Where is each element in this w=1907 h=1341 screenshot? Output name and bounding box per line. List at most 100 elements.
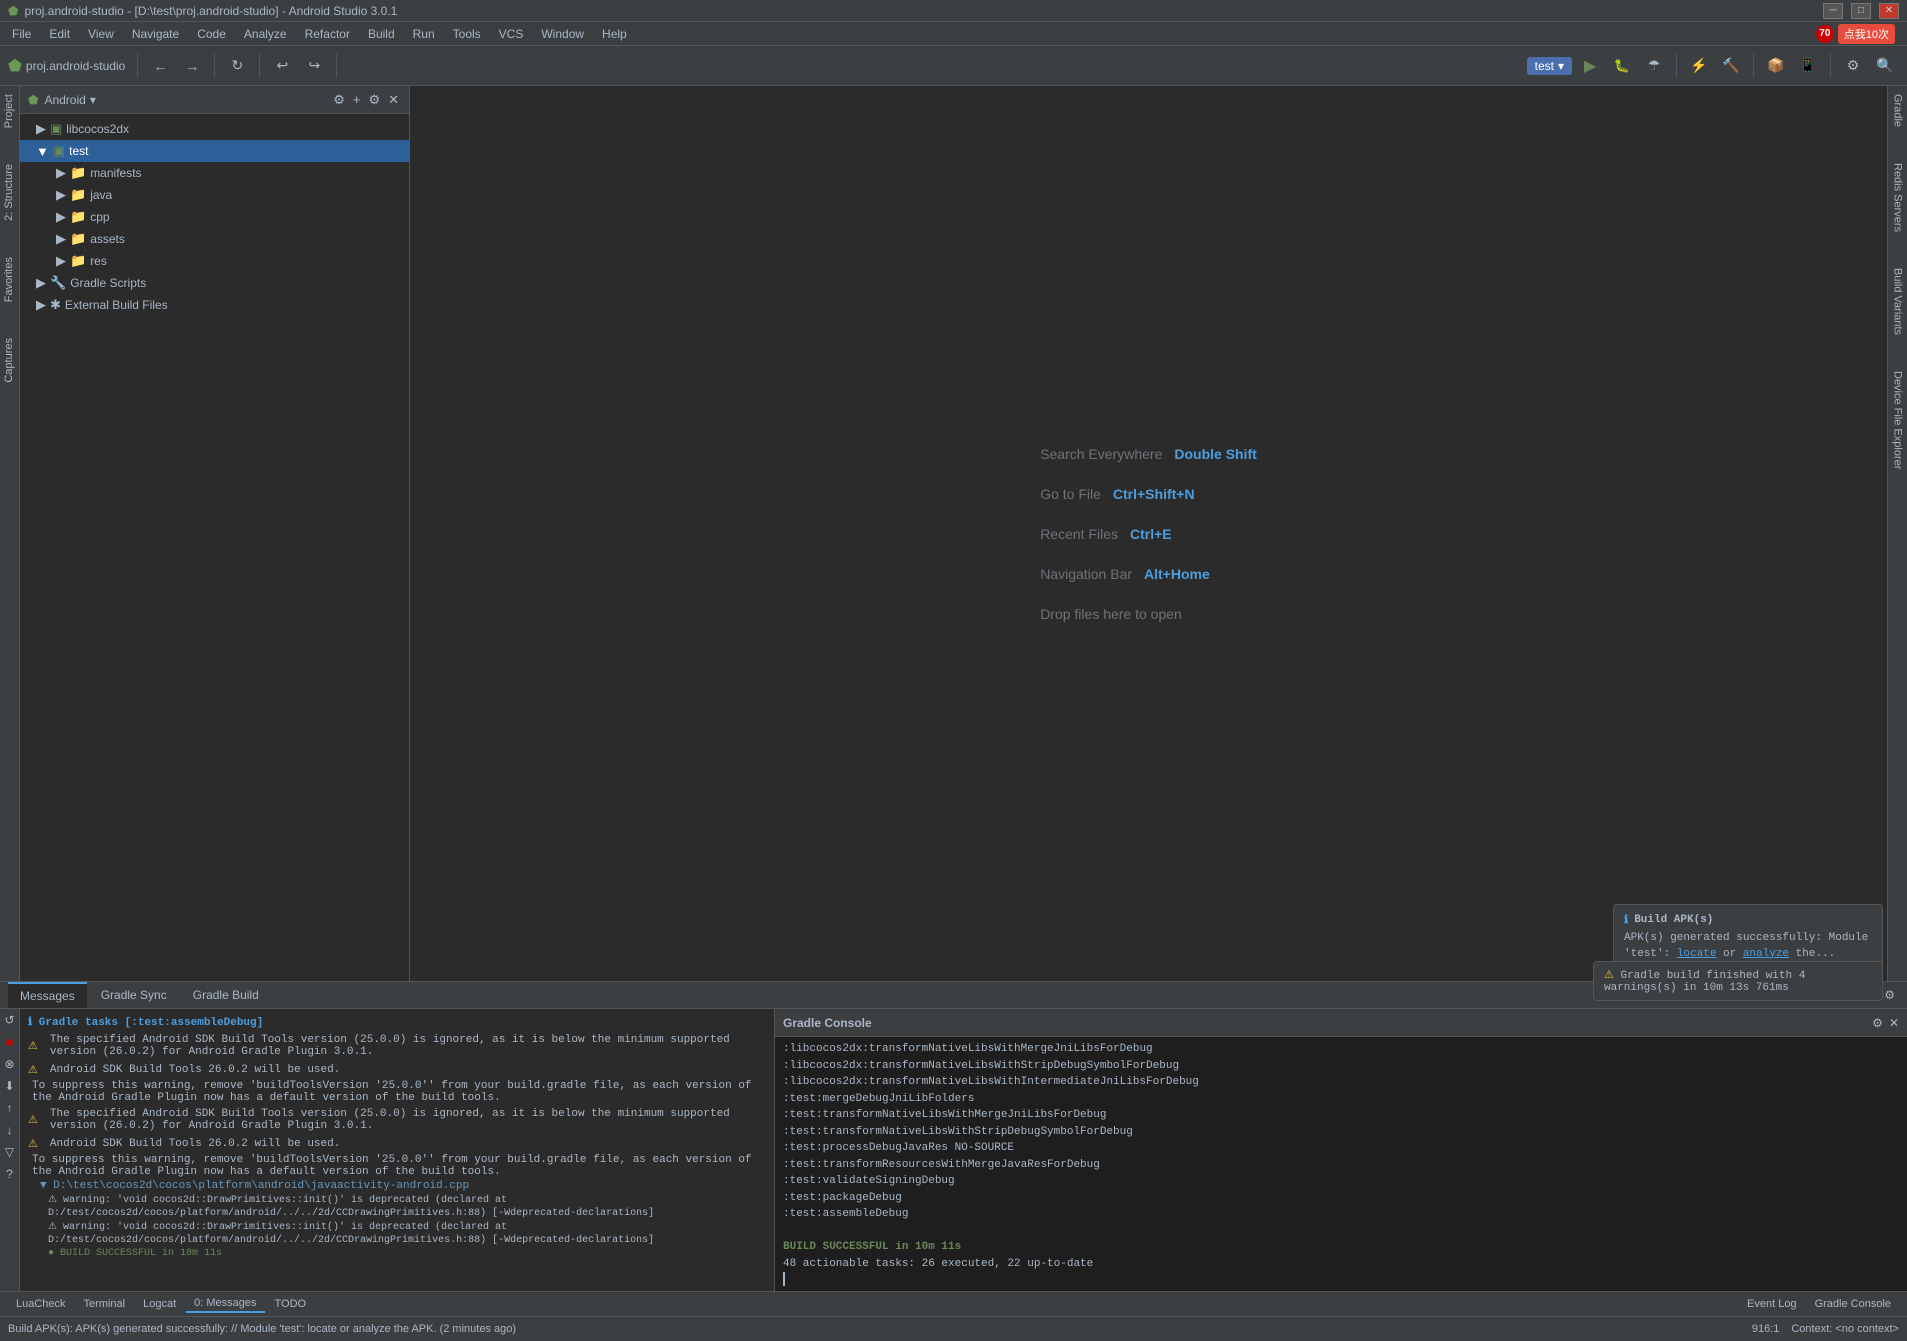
console-line-6: :test:processDebugJavaRes NO-SOURCE (783, 1140, 1899, 1157)
down-icon[interactable]: ↓ (7, 1123, 13, 1137)
view-mode-selector[interactable]: Android ▾ (44, 93, 95, 107)
sidebar-tab-project[interactable]: Project (0, 86, 19, 136)
sdk-manager-button[interactable]: 📦 (1762, 52, 1790, 80)
expand-icon: ▼ (36, 144, 49, 159)
console-line-7: :test:transformResourcesWithMergeJavaRes… (783, 1157, 1899, 1174)
tree-item-external-build[interactable]: ▶ ✱ External Build Files (20, 294, 409, 316)
close-tree-button[interactable]: ✕ (386, 90, 401, 110)
settings-icon[interactable]: ⚙ (1884, 988, 1895, 1002)
gradle-console-button[interactable]: Gradle Console (1807, 1296, 1899, 1312)
sidebar-tab-gradle[interactable]: Gradle (1889, 86, 1907, 135)
menu-code[interactable]: Code (189, 23, 234, 45)
menu-navigate[interactable]: Navigate (124, 23, 187, 45)
close-gradle-icon[interactable]: ✕ (1889, 1016, 1899, 1030)
file-tree-header-right: ⚙ + ⚙ ✕ (331, 90, 401, 110)
tree-item-manifests[interactable]: ▶ 📁 manifests (20, 162, 409, 184)
toolbar-sep-2 (214, 54, 215, 78)
task-title[interactable]: ℹ Gradle tasks [:test:assembleDebug] (24, 1013, 770, 1031)
build-button[interactable]: 🔨 (1717, 52, 1745, 80)
close-button[interactable]: ✕ (1879, 3, 1899, 19)
profile-button[interactable]: ⚡ (1685, 52, 1713, 80)
run-config-selector[interactable]: test ▾ (1527, 57, 1572, 75)
console-line-tasks: 48 actionable tasks: 26 executed, 22 up-… (783, 1256, 1899, 1273)
stop-icon[interactable]: ■ (6, 1035, 13, 1049)
help-icon[interactable]: ? (6, 1167, 13, 1181)
shortcut-label-2: Go to File (1040, 486, 1101, 502)
bottom-toolbar: LuaCheck Terminal Logcat 0: Messages TOD… (0, 1291, 1907, 1316)
run-config-dropdown[interactable]: ▾ (1558, 59, 1564, 73)
file-tree: ▶ ▣ libcocos2dx ▼ ▣ test ▶ 📁 manifests ▶… (20, 114, 409, 981)
minimize-button[interactable]: ─ (1823, 3, 1843, 19)
scroll-icon[interactable]: ⬇ (4, 1079, 14, 1093)
logcat-button[interactable]: Logcat (135, 1296, 184, 1312)
menu-view[interactable]: View (80, 23, 122, 45)
settings-gradle-icon[interactable]: ⚙ (1872, 1016, 1883, 1030)
tree-item-label: Gradle Scripts (70, 276, 146, 290)
undo-button[interactable]: ↩ (268, 52, 296, 80)
tree-item-cpp[interactable]: ▶ 📁 cpp (20, 206, 409, 228)
sidebar-tab-build-variants[interactable]: Build Variants (1889, 260, 1907, 343)
update-button[interactable]: 点我10次 (1838, 24, 1895, 44)
sidebar-tab-structure[interactable]: 2: Structure (0, 156, 19, 229)
tab-gradle-build[interactable]: Gradle Build (181, 982, 271, 1008)
menu-analyze[interactable]: Analyze (236, 23, 295, 45)
debug-button[interactable]: 🐛 (1608, 52, 1636, 80)
menu-window[interactable]: Window (533, 23, 592, 45)
tree-item-res[interactable]: ▶ 📁 res (20, 250, 409, 272)
menu-run[interactable]: Run (405, 23, 443, 45)
event-log-button[interactable]: Event Log (1739, 1296, 1805, 1312)
maximize-button[interactable]: □ (1851, 3, 1871, 19)
tree-item-test[interactable]: ▼ ▣ test (20, 140, 409, 162)
tree-item-libcocos2dx[interactable]: ▶ ▣ libcocos2dx (20, 118, 409, 140)
avd-button[interactable]: 📱 (1794, 52, 1822, 80)
up-icon[interactable]: ↑ (7, 1101, 13, 1115)
shortcut-label-3: Recent Files (1040, 526, 1118, 542)
folder-icon: 📁 (70, 187, 86, 203)
notification-badge[interactable]: 70 (1816, 25, 1834, 43)
todo-button[interactable]: TODO (267, 1296, 315, 1312)
forward-button[interactable]: → (178, 52, 206, 80)
menu-refactor[interactable]: Refactor (297, 23, 358, 45)
sidebar-tab-redis[interactable]: Redis Servers (1889, 155, 1907, 240)
menu-tools[interactable]: Tools (445, 23, 489, 45)
tree-item-label: libcocos2dx (66, 122, 129, 136)
tree-item-assets[interactable]: ▶ 📁 assets (20, 228, 409, 250)
messages-button[interactable]: 0: Messages (186, 1295, 264, 1313)
terminal-button[interactable]: Terminal (76, 1296, 134, 1312)
menu-build[interactable]: Build (360, 23, 403, 45)
sidebar-tab-captures[interactable]: Captures (0, 330, 19, 391)
right-sidebar: Gradle Redis Servers Build Variants Devi… (1887, 86, 1907, 981)
redo-button[interactable]: ↪ (300, 52, 328, 80)
expand-tree-button[interactable]: + (351, 90, 363, 110)
title-bar-controls: ─ □ ✕ (1823, 3, 1899, 19)
filter-icon[interactable]: ▽ (5, 1145, 14, 1159)
external-icon: ✱ (50, 297, 61, 313)
sync-tree-button[interactable]: ⚙ (331, 90, 347, 110)
tree-item-gradle[interactable]: ▶ 🔧 Gradle Scripts (20, 272, 409, 294)
run-button[interactable]: ▶ (1576, 52, 1604, 80)
back-button[interactable]: ← (146, 52, 174, 80)
clear-icon[interactable]: ⊗ (4, 1057, 14, 1071)
menu-file[interactable]: File (4, 23, 39, 45)
sidebar-tab-device-explorer[interactable]: Device File Explorer (1889, 363, 1907, 477)
sidebar-tab-favorites[interactable]: Favorites (0, 249, 19, 310)
tab-messages[interactable]: Messages (8, 982, 87, 1008)
menu-edit[interactable]: Edit (41, 23, 78, 45)
gear-tree-button[interactable]: ⚙ (366, 90, 382, 110)
console-line-10: :test:assembleDebug (783, 1206, 1899, 1223)
luacheck-button[interactable]: LuaCheck (8, 1296, 74, 1312)
menu-vcs[interactable]: VCS (491, 23, 532, 45)
coverage-button[interactable]: ☂ (1640, 52, 1668, 80)
tree-item-java[interactable]: ▶ 📁 java (20, 184, 409, 206)
menu-help[interactable]: Help (594, 23, 635, 45)
shortcut-label-1: Search Everywhere (1040, 446, 1162, 462)
tab-gradle-sync[interactable]: Gradle Sync (89, 982, 179, 1008)
restart-icon[interactable]: ↺ (4, 1013, 14, 1027)
msg-file-1[interactable]: ▼ D:\test\cocos2d\cocos\platform\android… (24, 1179, 770, 1193)
search-button[interactable]: 🔍 (1871, 52, 1899, 80)
shortcut-row-3: Recent Files Ctrl+E (1040, 526, 1257, 542)
project-icon: ⬟ (8, 56, 22, 76)
settings-button[interactable]: ⚙ (1839, 52, 1867, 80)
project-name: proj.android-studio (26, 59, 125, 73)
sync-button[interactable]: ↻ (223, 52, 251, 80)
